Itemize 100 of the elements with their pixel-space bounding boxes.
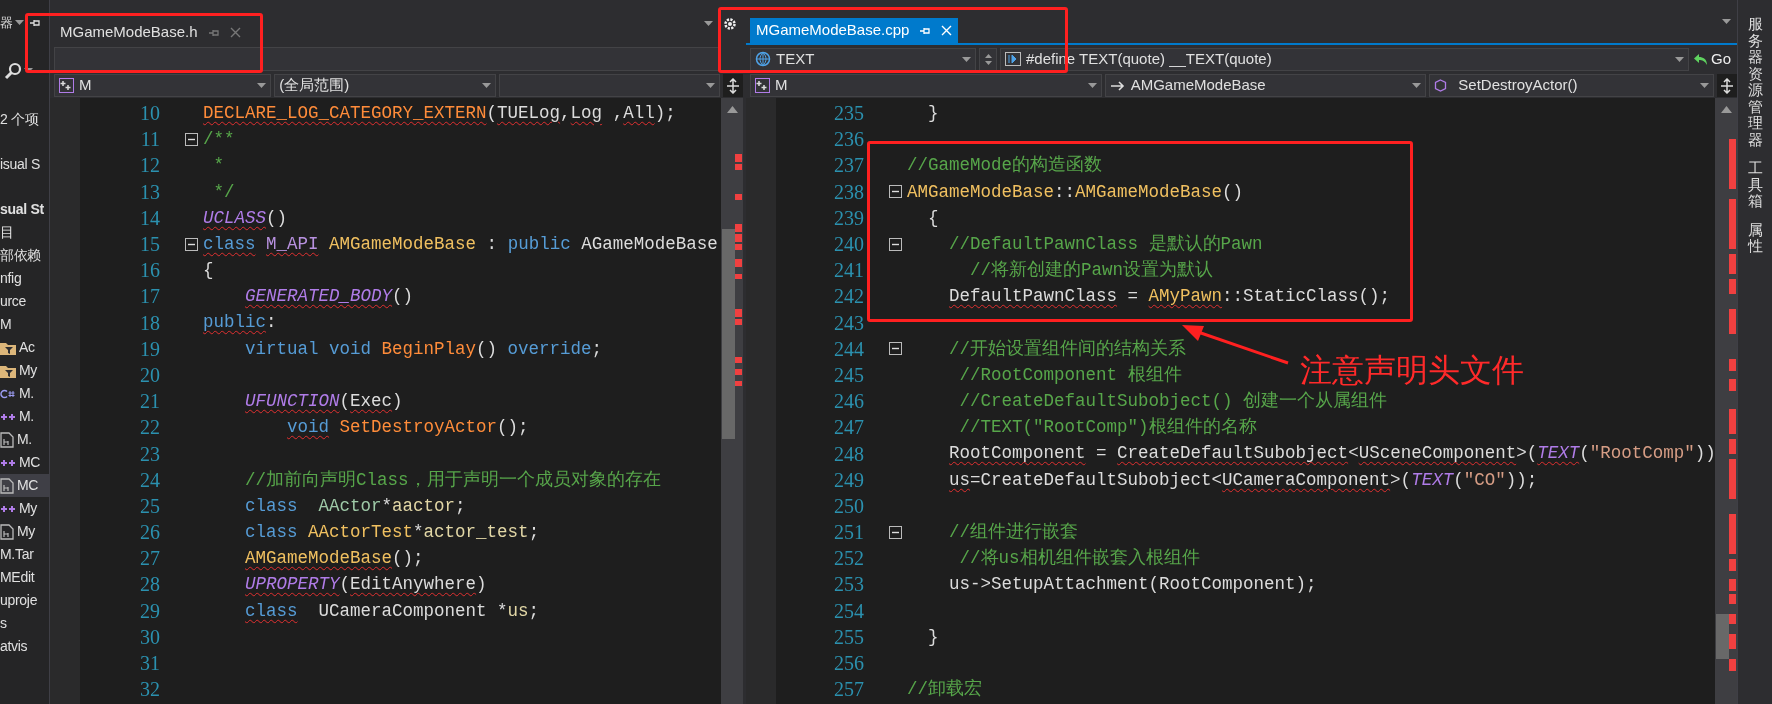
tree-item[interactable]: nfig [0, 267, 49, 290]
tree-item[interactable]: 2 个项 [0, 108, 49, 131]
split-view-icon[interactable] [723, 74, 743, 97]
tree-item[interactable]: isual S [0, 153, 49, 176]
line-number: 31 [139, 651, 160, 677]
line-number: 22 [139, 415, 160, 441]
tree-item[interactable]: M. [0, 428, 49, 451]
line-number: 28 [139, 572, 160, 598]
line-number: 242 [833, 284, 864, 310]
tree-item[interactable]: My [0, 359, 49, 382]
line-number: 244 [833, 336, 864, 362]
code-line: //RootComponent 根组件 [958, 364, 1182, 385]
tree-item[interactable]: urce [0, 290, 49, 313]
tree-item[interactable]: MC [0, 474, 49, 497]
project-icon [755, 78, 770, 93]
navigation-field[interactable] [54, 47, 721, 71]
close-icon[interactable] [229, 27, 241, 38]
tree-item[interactable]: M [0, 313, 49, 336]
scroll-up-arrow-icon[interactable] [726, 106, 738, 113]
line-number: 19 [139, 336, 160, 362]
csharp-file-icon [0, 387, 16, 400]
dropdown-caret-icon [704, 21, 713, 26]
nav-dropdown[interactable]: M [54, 74, 272, 97]
line-number: 25 [139, 493, 160, 519]
scrollbar[interactable] [1715, 98, 1737, 704]
line-number: 32 [139, 677, 160, 703]
collapse-icon[interactable] [889, 237, 902, 251]
code-line: virtual void BeginPlay() override; [244, 338, 603, 359]
code-line: } [927, 626, 939, 647]
tree-item[interactable]: My [0, 520, 49, 543]
tree-item[interactable]: 目 [0, 221, 49, 244]
code-line: class UCameraComponent *us; [244, 600, 540, 621]
line-number: 251 [833, 520, 864, 546]
tree-item[interactable]: My [0, 497, 49, 520]
tree-item[interactable]: M. [0, 382, 49, 405]
line-number: 15 [139, 232, 160, 258]
code-line: public: [203, 312, 277, 333]
tree-item[interactable]: atvis [0, 635, 49, 658]
collapse-icon[interactable] [185, 132, 198, 146]
scrollbar-thumb[interactable] [722, 229, 735, 439]
line-number: 257 [833, 677, 864, 703]
line-number: 10 [139, 101, 160, 127]
tree-item[interactable]: Ac [0, 336, 49, 359]
tree-item[interactable]: uproje [0, 589, 49, 612]
side-tab[interactable]: 属性 [1747, 221, 1763, 255]
nav-dropdown[interactable]: TEXT [750, 47, 976, 71]
code-line: //卸载宏 [907, 679, 982, 700]
code-line: DECLARE_LOG_CATEGORY_EXTERN(TUELog,Log ,All); [203, 102, 676, 123]
collapse-icon[interactable] [889, 342, 902, 356]
line-number: 236 [833, 127, 864, 153]
nav-dropdown[interactable]: (全局范围) [274, 74, 496, 97]
cpp-file-icon [0, 503, 16, 514]
collapse-icon[interactable] [185, 237, 198, 251]
collapse-icon[interactable] [889, 525, 902, 539]
line-number: 23 [139, 441, 160, 467]
nav-dropdown[interactable]: M [750, 74, 1102, 97]
code-line: * [212, 155, 225, 176]
code-line: //DefaultPawnClass 是默认的Pawn [948, 233, 1263, 254]
tree-item[interactable]: MC [0, 451, 49, 474]
line-number: 249 [833, 467, 864, 493]
scrollbar-thumb[interactable] [1716, 614, 1729, 659]
line-number: 14 [139, 205, 160, 231]
tree-item[interactable]: M. [0, 405, 49, 428]
code-line: //将us相机组件嵌套入根组件 [958, 548, 1200, 569]
up-arrow-icon[interactable] [984, 53, 992, 58]
tree-item[interactable]: M.Tar [0, 543, 49, 566]
down-arrow-icon[interactable] [984, 60, 992, 65]
settings-icon[interactable] [723, 16, 737, 31]
code-line: //GameMode的构造函数 [907, 155, 1103, 176]
spinner-control[interactable] [979, 47, 997, 71]
tree-item[interactable]: s [0, 612, 49, 635]
code-line: us->SetupAttachment(RootComponent); [948, 574, 1317, 595]
dropdown-caret-icon [1675, 56, 1684, 62]
cube-icon [1434, 79, 1448, 92]
dropdown-caret-icon [257, 83, 267, 88]
nav-dropdown[interactable]: SetDestroyActor() [1429, 74, 1714, 97]
line-number: 253 [833, 572, 864, 598]
collapse-icon[interactable] [889, 185, 902, 199]
annotation-text: 注意声明头文件 [1300, 351, 1524, 390]
search-icon[interactable] [4, 61, 22, 80]
code-line: //组件进行嵌套 [948, 521, 1079, 542]
split-view-icon[interactable] [1717, 74, 1737, 97]
scroll-up-arrow-icon[interactable] [1720, 106, 1732, 113]
code-line: class AActor*aactor; [244, 495, 466, 516]
line-number: 255 [833, 624, 864, 650]
tree-item[interactable]: 部依赖 [0, 244, 49, 267]
line-number: 13 [139, 179, 160, 205]
code-line: */ [212, 181, 235, 202]
line-number: 256 [833, 651, 864, 677]
side-tab[interactable]: 工具箱 [1747, 160, 1763, 210]
line-number: 247 [833, 415, 864, 441]
dropdown-caret-icon [962, 56, 971, 62]
arrow-icon [1109, 79, 1126, 92]
scrollbar[interactable] [721, 98, 743, 704]
line-number: 17 [139, 284, 160, 310]
side-tab[interactable]: 服务器资源管理器 [1747, 16, 1763, 148]
nav-dropdown[interactable]: AMGameModeBase [1104, 74, 1427, 97]
code-line: //开始设置组件间的结构关系 [948, 338, 1187, 359]
tree-item[interactable]: MEdit [0, 566, 49, 589]
tree-item[interactable]: sual St [0, 198, 49, 221]
